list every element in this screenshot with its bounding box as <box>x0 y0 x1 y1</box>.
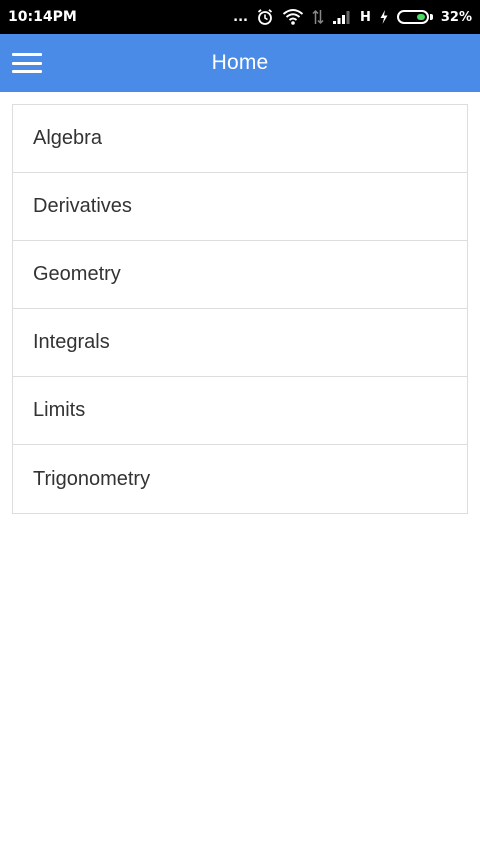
list-item-geometry[interactable]: Geometry <box>13 241 467 309</box>
network-type: H <box>359 9 371 25</box>
list-item-integrals[interactable]: Integrals <box>13 309 467 377</box>
more-notifications-icon: ... <box>233 9 248 25</box>
hamburger-menu-icon[interactable] <box>12 48 42 78</box>
data-arrows-icon <box>312 8 324 26</box>
charging-icon <box>379 9 389 25</box>
page-title: Home <box>211 51 269 74</box>
status-bar: 10:14PM ... H 32% <box>0 0 480 34</box>
battery-icon <box>396 10 433 24</box>
wifi-icon <box>282 8 304 26</box>
status-time: 10:14PM <box>8 9 77 25</box>
list-item-trigonometry[interactable]: Trigonometry <box>13 445 467 513</box>
list-item-algebra[interactable]: Algebra <box>13 105 467 173</box>
list-item-derivatives[interactable]: Derivatives <box>13 173 467 241</box>
app-bar: Home <box>0 34 480 92</box>
status-icons: ... H 32% <box>233 8 472 26</box>
list-item-limits[interactable]: Limits <box>13 377 467 445</box>
topic-list: Algebra Derivatives Geometry Integrals L… <box>12 104 468 514</box>
battery-percent: 32% <box>440 9 472 25</box>
alarm-icon <box>256 8 274 26</box>
signal-icon <box>332 9 352 25</box>
